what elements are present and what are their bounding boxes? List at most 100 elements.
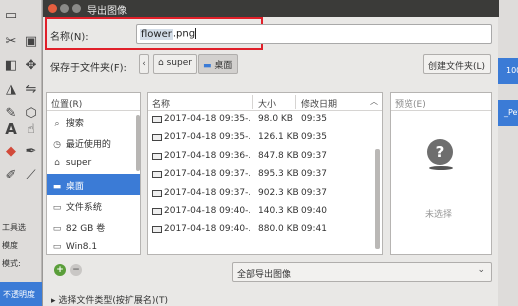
create-folder-button[interactable]: 创建文件夹(L) [423, 54, 491, 74]
dialog-title: 导出图像 [87, 6, 127, 17]
image-file-icon [152, 134, 162, 142]
tool-row: ◮ ⇋ [0, 80, 42, 102]
file-size: 847.8 KB [258, 150, 299, 161]
clock-icon: ◷ [53, 140, 61, 150]
add-place-button[interactable]: + [54, 264, 66, 276]
eraser-tool-icon[interactable]: ◆ [2, 142, 20, 160]
column-header-date[interactable]: 修改日期 [301, 97, 337, 110]
tool-row: ◧ ✥ [0, 56, 42, 78]
remove-place-button[interactable]: − [70, 264, 82, 276]
drive-icon: ▭ [52, 203, 62, 213]
export-image-dialog: 导出图像 名称(N): flower.png 保存于文件夹(F): ‹ ⌂ su… [42, 0, 499, 306]
file-name: 2017-04-18 09:35-... [164, 132, 250, 143]
chevron-right-icon: ▸ [51, 296, 56, 306]
place-item-filesystem[interactable]: ▭ 文件系统 [47, 195, 140, 216]
tool-row: ◆ ✒ [0, 142, 42, 164]
file-list: 名称 大小 修改日期 ︿ 2017-04-18 09:35-... 98.0 KB… [147, 92, 383, 255]
sort-chevron-icon[interactable]: ︿ [370, 96, 378, 107]
scissors-tool-icon[interactable]: ✂ [2, 32, 20, 50]
perspective-tool-icon[interactable]: ◮ [2, 80, 20, 98]
minimize-icon[interactable] [60, 4, 69, 13]
file-date: 09:40 [301, 205, 327, 216]
smudge-tool-icon[interactable]: ☝ [22, 120, 40, 138]
place-label: 82 GB 卷 [65, 224, 106, 234]
breadcrumb-back-button[interactable]: ‹ [139, 54, 149, 74]
flip-tool-icon[interactable]: ⇋ [22, 80, 40, 98]
brush-tool-icon[interactable]: ✐ [2, 166, 20, 184]
breadcrumb-desktop[interactable]: ▬ 桌面 [198, 54, 238, 74]
layer-item[interactable]: _Pete [496, 100, 518, 126]
image-file-icon [152, 116, 162, 123]
drive-icon: ▭ [52, 242, 62, 252]
dialog-titlebar: 导出图像 [43, 0, 499, 17]
file-size: 98.0 KB [258, 114, 293, 124]
text-tool-icon[interactable]: A [2, 120, 20, 138]
file-name: 2017-04-18 09:37-... [164, 169, 250, 180]
place-item-volume[interactable]: ▭ 82 GB 卷 [47, 216, 140, 237]
tool-row: ▭ [0, 6, 42, 28]
home-icon: ⌂ [158, 58, 164, 68]
file-size: 126.1 KB [258, 132, 299, 143]
place-label: 搜索 [65, 119, 84, 129]
scale-tool-icon[interactable]: ◧ [2, 56, 20, 74]
file-row[interactable]: 2017-04-18 09:35-... 98.0 KB 09:35 [148, 111, 382, 129]
place-label: 最近使用的 [65, 140, 111, 150]
question-icon: ? [427, 139, 453, 165]
file-date: 09:35 [301, 114, 327, 124]
file-name: 2017-04-18 09:37-... [164, 187, 250, 198]
file-filter-select[interactable]: 全部导出图像 ⌄ [232, 262, 492, 282]
file-row[interactable]: 2017-04-18 09:36-... 847.8 KB 09:37 [148, 148, 382, 166]
filename-input[interactable]: flower.png [136, 24, 492, 44]
text-caret [195, 28, 197, 39]
file-row[interactable]: 2017-04-18 09:37-... 902.3 KB 09:37 [148, 185, 382, 203]
file-type-expander[interactable]: ▸ 选择文件类型(按扩展名)(T) [51, 293, 168, 306]
mode-label: 模度 [2, 241, 18, 250]
rect-select-tool-icon[interactable]: ▭ [2, 6, 20, 24]
file-size: 895.3 KB [258, 169, 299, 180]
place-label: Win8.1 [65, 242, 98, 252]
place-item-recent[interactable]: ◷ 最近使用的 [47, 132, 140, 153]
column-header-size[interactable]: 大小 [258, 97, 276, 110]
file-row[interactable]: 2017-04-18 09:40-... 140.3 KB 09:40 [148, 203, 382, 221]
place-item-search[interactable]: ⌕ 搜索 [47, 111, 140, 132]
preview-pane: 预览(E) ? 未选择 [390, 92, 492, 255]
file-name: 2017-04-18 09:35-... [164, 114, 250, 124]
close-icon[interactable] [48, 4, 57, 13]
file-list-scrollbar[interactable] [375, 149, 380, 249]
opacity-slider[interactable]: 不透明度 [0, 282, 42, 306]
file-size: 140.3 KB [258, 205, 299, 216]
places-scrollbar[interactable] [136, 115, 140, 171]
file-date: 09:41 [301, 224, 327, 235]
breadcrumb-super[interactable]: ⌂ super [153, 54, 197, 74]
place-item-home[interactable]: ⌂ super [47, 153, 140, 174]
image-file-icon [152, 226, 162, 234]
place-label: super [65, 158, 92, 168]
image-file-icon [152, 171, 162, 179]
save-in-folder-label: 保存于文件夹(F): [50, 63, 127, 74]
place-label: 桌面 [65, 182, 84, 192]
place-item-desktop[interactable]: ▬ 桌面 [47, 174, 140, 195]
file-size: 902.3 KB [258, 187, 299, 198]
column-header-name[interactable]: 名称 [152, 97, 170, 110]
foreground-select-tool-icon[interactable]: ▣ [22, 32, 40, 50]
drive-icon: ▭ [52, 224, 62, 234]
file-date: 09:37 [301, 187, 327, 198]
file-name: 2017-04-18 09:36-... [164, 150, 250, 161]
file-name: 2017-04-18 09:40-... [164, 205, 250, 216]
column-separator [252, 95, 253, 109]
file-row[interactable]: 2017-04-18 09:35-... 126.1 KB 09:35 [148, 129, 382, 147]
file-filter-value: 全部导出图像 [237, 270, 292, 280]
place-item-win81[interactable]: ▭ Win8.1 [47, 237, 140, 254]
mode-select-label: 模式: [2, 259, 21, 268]
dodge-tool-icon[interactable]: ✒ [22, 142, 40, 160]
question-icon-shadow [429, 166, 453, 170]
move-tool-icon[interactable]: ✥ [22, 56, 40, 74]
file-row[interactable]: 2017-04-18 09:40-... 880.0 KB 09:41 [148, 221, 382, 239]
tool-options-label: 工具选 [2, 223, 26, 232]
image-file-icon [152, 207, 162, 215]
maximize-icon[interactable] [72, 4, 81, 13]
search-icon: ⌕ [54, 119, 60, 129]
measure-tool-icon[interactable]: ⟋ [22, 166, 40, 184]
file-row[interactable]: 2017-04-18 09:37-... 895.3 KB 09:37 [148, 166, 382, 184]
layer-opacity-value[interactable]: 100 [496, 58, 518, 84]
